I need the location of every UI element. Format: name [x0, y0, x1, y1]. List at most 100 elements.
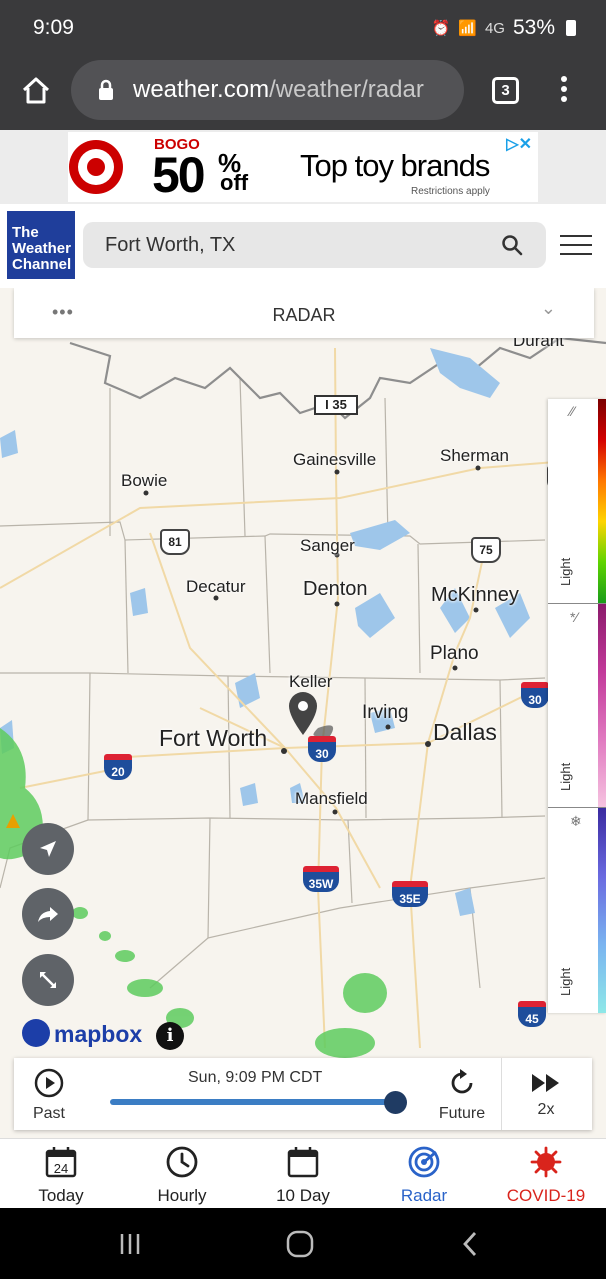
city-label: Mansfield — [295, 789, 368, 808]
chevron-down-icon[interactable]: ⌄ — [541, 298, 556, 319]
calendar-icon — [287, 1147, 319, 1178]
ad-banner-container: BOGO 50 % off Top toy brands Restriction… — [0, 130, 606, 204]
expand-icon — [40, 972, 56, 988]
radar-timeline: Past Sun, 9:09 PM CDT Future 2x — [14, 1058, 592, 1130]
ad-restrictions: Restrictions apply — [411, 186, 490, 197]
status-icons: ⏰ 📶 4G 53% — [432, 16, 576, 40]
city-label: Sherman — [440, 446, 509, 465]
mix-icon: *⁄ — [570, 609, 578, 625]
twc-logo[interactable]: The Weather Channel — [7, 211, 75, 279]
city-label: Irving — [362, 702, 409, 723]
refresh-icon — [451, 1069, 473, 1094]
legend-label: Light — [558, 967, 573, 996]
recent-apps-icon[interactable] — [118, 1232, 142, 1256]
clock-icon — [166, 1146, 198, 1178]
city-label: Gainesville — [293, 450, 377, 469]
status-time: 9:09 — [33, 16, 74, 39]
target-logo — [69, 140, 123, 194]
ad-off: off — [220, 170, 249, 195]
battery-level: 53% — [512, 16, 555, 39]
play-icon — [34, 1068, 64, 1098]
home-button-icon[interactable] — [286, 1230, 314, 1258]
battery-icon — [566, 20, 576, 36]
nav-today[interactable]: 24 Today — [6, 1145, 116, 1206]
city-label: Sanger — [300, 536, 355, 555]
radar-icon — [408, 1146, 440, 1178]
back-icon[interactable] — [460, 1230, 480, 1258]
map-base — [0, 336, 606, 1058]
site-header: The Weather Channel Fort Worth, TX — [0, 204, 606, 288]
radar-layer-selector[interactable]: ••• RADAR ⌄ — [14, 288, 594, 338]
alarm-icon: ⏰ — [431, 20, 451, 37]
city-label: Bowie — [121, 471, 168, 490]
status-bar: 9:09 ⏰ 📶 4G 53% — [0, 0, 606, 56]
ad-banner[interactable]: BOGO 50 % off Top toy brands Restriction… — [68, 132, 538, 203]
rain-scale — [598, 399, 606, 603]
network-type: 4G — [484, 19, 505, 37]
interstate-shield: 30 — [308, 736, 336, 762]
nav-covid[interactable]: COVID-19 — [491, 1145, 601, 1206]
tab-switcher-button[interactable]: 3 — [492, 77, 519, 104]
url-bar[interactable]: weather.com/weather/radar — [71, 60, 464, 120]
url-host: weather.com — [133, 76, 270, 103]
city-label: McKinney — [431, 584, 519, 606]
interstate-shield: 45 — [518, 1001, 546, 1027]
timeline-slider-handle[interactable] — [384, 1091, 407, 1114]
timeline-track[interactable] — [110, 1099, 397, 1105]
snow-scale — [598, 808, 606, 1013]
nav-10-day[interactable]: 10 Day — [248, 1145, 358, 1206]
radar-map[interactable]: Durant Gainesville Sherman Bowie Sanger … — [0, 288, 606, 1138]
interstate-shield: 30 — [521, 682, 549, 708]
home-icon[interactable] — [20, 75, 52, 107]
share-button[interactable] — [22, 888, 74, 940]
mapbox-logo[interactable]: mapbox — [22, 1018, 142, 1050]
system-navigation-bar — [0, 1208, 606, 1279]
browser-menu-icon[interactable] — [556, 76, 572, 106]
city-label: Decatur — [186, 577, 246, 596]
calendar-day-icon: 24 — [45, 1147, 77, 1178]
city-label: Fort Worth — [159, 725, 268, 751]
interstate-shield: 35E — [392, 881, 428, 907]
city-label: Dallas — [433, 719, 497, 745]
playback-speed-button[interactable]: 2x — [518, 1072, 574, 1119]
svg-text:24: 24 — [54, 1161, 68, 1176]
lock-icon — [99, 79, 113, 100]
ad-percent: 50 — [152, 147, 206, 203]
wifi-icon: 📶 — [458, 20, 477, 37]
city-label: Keller — [289, 672, 333, 691]
locate-me-button[interactable] — [22, 823, 74, 875]
precipitation-legend: ⁄⁄ *⁄ ❄ Light Light Light — [548, 399, 606, 1013]
city-label: Denton — [303, 578, 368, 600]
highway-shield: I 35 — [314, 395, 358, 415]
past-button[interactable]: Past — [24, 1068, 74, 1123]
menu-hamburger-icon[interactable] — [560, 235, 592, 257]
search-icon[interactable] — [501, 234, 523, 256]
share-arrow-icon — [38, 907, 58, 922]
rain-icon: ⁄⁄ — [570, 403, 575, 419]
fast-forward-icon — [532, 1074, 559, 1092]
fullscreen-button[interactable] — [22, 954, 74, 1006]
highway-shield: 81 — [160, 529, 190, 555]
virus-icon — [530, 1146, 562, 1178]
navigation-arrow-icon — [40, 841, 56, 857]
snow-icon: ❄ — [570, 813, 582, 829]
timeline-timestamp: Sun, 9:09 PM CDT — [188, 1069, 323, 1086]
mapbox-icon — [22, 1018, 50, 1047]
location-search-input[interactable]: Fort Worth, TX — [83, 222, 546, 268]
nav-hourly[interactable]: Hourly — [127, 1145, 237, 1206]
nav-radar[interactable]: Radar — [369, 1145, 479, 1206]
highway-shield: 75 — [471, 537, 501, 563]
future-button[interactable]: Future — [434, 1068, 490, 1123]
bottom-navigation: 24 Today Hourly 10 Day Radar COVID-19 — [0, 1138, 606, 1208]
legend-label: Light — [558, 762, 573, 791]
ad-headline: Top toy brands — [300, 148, 490, 183]
mix-scale — [598, 604, 606, 807]
adchoices-icon[interactable]: ▷✕ — [506, 134, 532, 154]
browser-toolbar: weather.com/weather/radar 3 — [0, 56, 606, 130]
attribution-info-icon[interactable]: i — [156, 1022, 184, 1050]
radar-title: RADAR — [272, 305, 336, 325]
interstate-shield: 20 — [104, 754, 132, 780]
url-path: /weather/radar — [269, 76, 424, 103]
interstate-shield: 35W — [303, 866, 339, 892]
legend-label: Light — [558, 557, 573, 586]
